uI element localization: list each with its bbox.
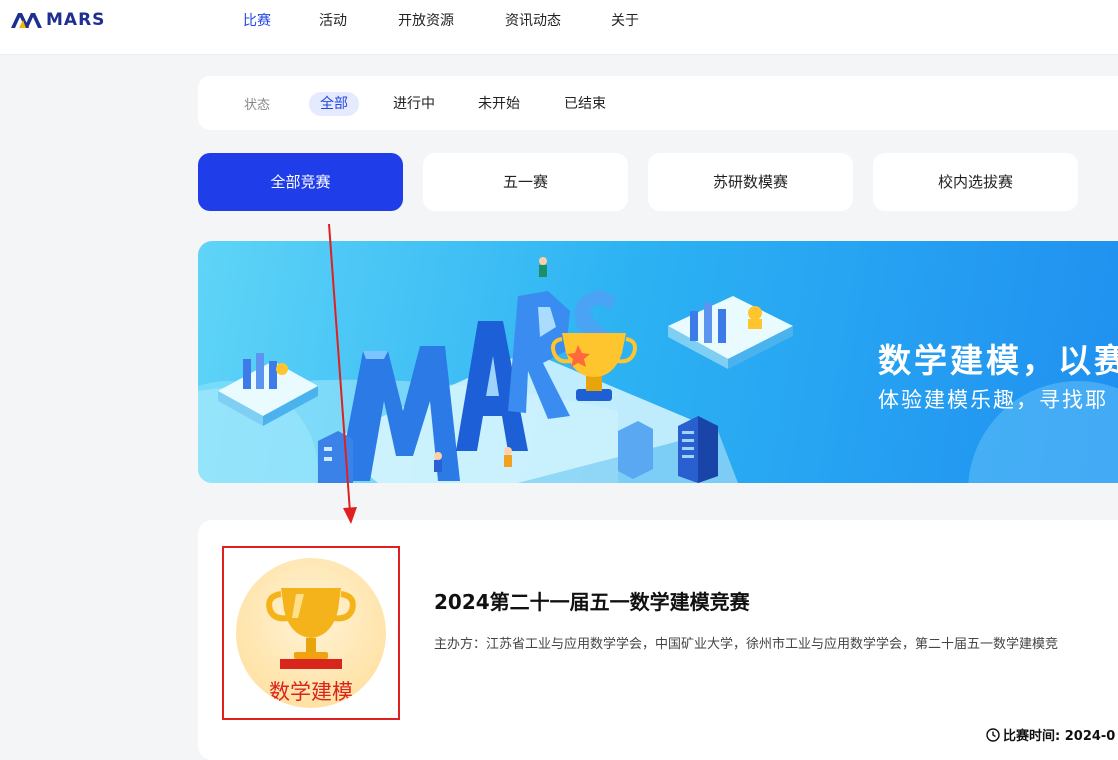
competition-card[interactable]: 数学建模 2024第二十一届五一数学建模竞赛 主办方：江苏省工业与应用数学学会，… — [198, 520, 1118, 760]
competition-title[interactable]: 2024第二十一届五一数学建模竞赛 — [434, 586, 750, 615]
nav-item-competitions[interactable]: 比赛 — [243, 10, 271, 30]
thumbnail-label: 数学建模 — [269, 680, 353, 704]
promo-banner[interactable]: 数学建模，以赛 体验建模乐趣，寻找耶 — [198, 241, 1118, 483]
top-nav: MARS 比赛 活动 开放资源 资讯动态 关于 — [0, 0, 1118, 55]
thumbnail-background: 数学建模 — [236, 558, 386, 708]
banner-title: 数学建模，以赛 — [878, 341, 1118, 380]
mars-logo-icon — [11, 13, 42, 28]
clock-icon — [986, 728, 1000, 742]
brand-name: MARS — [46, 10, 106, 30]
category-tab-may-day[interactable]: 五一赛 — [423, 153, 628, 211]
nav-item-open-resources[interactable]: 开放资源 — [398, 10, 454, 30]
category-tab-suyan[interactable]: 苏研数模赛 — [648, 153, 853, 211]
competition-thumbnail[interactable]: 数学建模 — [222, 546, 400, 720]
status-option-ongoing[interactable]: 进行中 — [382, 92, 446, 116]
status-option-all[interactable]: 全部 — [309, 92, 359, 116]
competition-host: 主办方：江苏省工业与应用数学学会，中国矿业大学，徐州市工业与应用数学学会，第二十… — [434, 637, 1059, 652]
banner-subtitle: 体验建模乐趣，寻找耶 — [878, 388, 1108, 412]
status-option-upcoming[interactable]: 未开始 — [467, 92, 531, 116]
category-tab-campus[interactable]: 校内选拔赛 — [873, 153, 1078, 211]
mars-logo[interactable]: MARS — [10, 7, 105, 33]
status-filter-bar: 状态 全部 进行中 未开始 已结束 — [198, 76, 1118, 130]
status-option-ended[interactable]: 已结束 — [553, 92, 617, 116]
competition-time-text: 比赛时间: 2024-0 — [1003, 729, 1116, 744]
competition-time: 比赛时间: 2024-0 — [986, 725, 1115, 744]
status-filter-label: 状态 — [244, 98, 271, 113]
nav-item-news[interactable]: 资讯动态 — [505, 10, 561, 30]
nav-item-about[interactable]: 关于 — [611, 10, 639, 30]
category-tab-all[interactable]: 全部竞赛 — [198, 153, 403, 211]
nav-item-activities[interactable]: 活动 — [319, 10, 347, 30]
